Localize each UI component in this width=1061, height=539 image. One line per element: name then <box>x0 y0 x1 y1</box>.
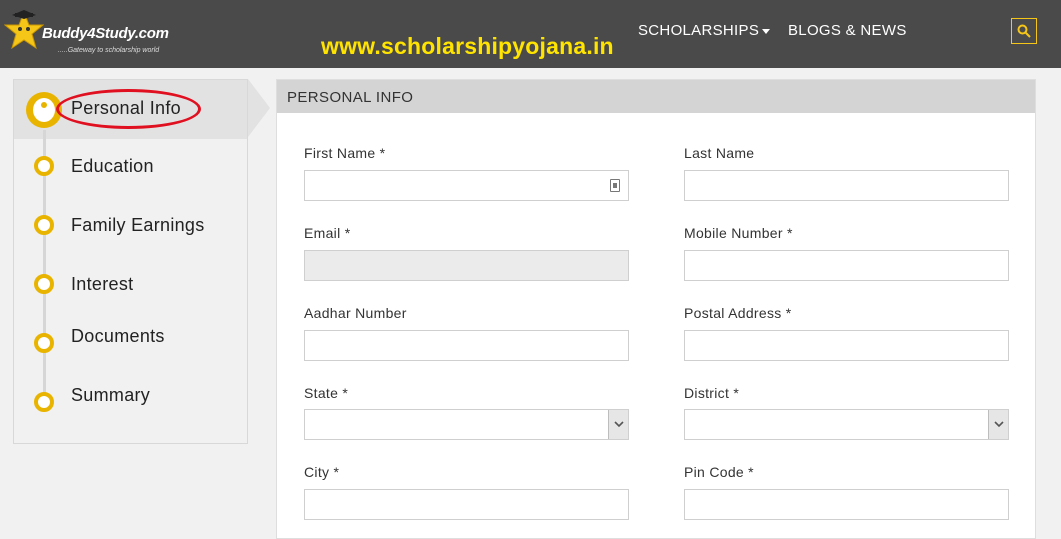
city-label: City * <box>304 464 340 480</box>
select-arrow <box>988 410 1008 439</box>
first-name-input[interactable] <box>304 170 629 201</box>
star-logo-icon <box>4 10 44 50</box>
chevron-down-icon <box>614 421 624 428</box>
nav-blogs-news[interactable]: BLOGS & NEWS <box>788 22 907 39</box>
select-arrow <box>608 410 628 439</box>
chevron-down-icon <box>994 421 1004 428</box>
search-button[interactable] <box>1011 18 1037 44</box>
step-dot-icon <box>34 156 54 176</box>
mobile-label: Mobile Number * <box>684 225 793 241</box>
pin-code-label: Pin Code * <box>684 464 754 480</box>
sidebar-item-documents[interactable]: Documents <box>14 316 247 356</box>
active-step-pointer <box>248 79 270 137</box>
red-highlight-ellipse <box>56 89 201 129</box>
logo-tagline: .....Gateway to scholarship world <box>58 47 160 54</box>
sidebar-item-education[interactable]: Education <box>14 146 247 186</box>
caret-down-icon <box>762 28 771 34</box>
sidebar-item-label: Documents <box>71 326 165 346</box>
state-select[interactable] <box>304 409 629 440</box>
step-dot-icon <box>34 333 54 353</box>
mobile-input[interactable] <box>684 250 1009 281</box>
watermark-text: www.scholarshipyojana.in <box>321 33 614 59</box>
first-name-label: First Name * <box>304 145 386 161</box>
sidebar-item-family-earnings[interactable]: Family Earnings <box>14 205 247 245</box>
aadhar-label: Aadhar Number <box>304 305 407 321</box>
contact-card-icon <box>610 179 620 192</box>
sidebar-item-label: Summary <box>71 385 151 405</box>
section-title: PERSONAL INFO <box>287 89 414 106</box>
top-navbar: Buddy4Study.com .....Gateway to scholars… <box>0 0 1061 68</box>
nav-scholarships-label: SCHOLARSHIPS <box>638 22 760 39</box>
sidebar-item-label: Education <box>71 156 154 176</box>
sidebar-item-summary[interactable]: Summary <box>14 375 247 415</box>
postal-address-label: Postal Address * <box>684 305 792 321</box>
buddy4study-logo[interactable]: Buddy4Study.com .....Gateway to scholars… <box>4 6 174 58</box>
aadhar-input[interactable] <box>304 330 629 361</box>
last-name-label: Last Name <box>684 145 755 161</box>
search-icon <box>1017 24 1031 38</box>
email-label: Email * <box>304 225 351 241</box>
email-input[interactable] <box>304 250 629 281</box>
step-dot-icon <box>34 274 54 294</box>
pin-code-input[interactable] <box>684 489 1009 520</box>
city-input[interactable] <box>304 489 629 520</box>
sidebar-item-label: Interest <box>71 274 134 294</box>
personal-info-form: PERSONAL INFO First Name * Last Name Ema… <box>276 79 1036 539</box>
nav-scholarships[interactable]: SCHOLARSHIPS <box>638 22 771 39</box>
logo-text: Buddy4Study.com <box>42 25 169 42</box>
form-section-header: PERSONAL INFO <box>277 80 1035 113</box>
postal-address-input[interactable] <box>684 330 1009 361</box>
step-sidebar: Personal Info Education Family Earnings … <box>13 79 248 444</box>
step-dot-icon <box>34 215 54 235</box>
step-dot-icon <box>34 392 54 412</box>
last-name-input[interactable] <box>684 170 1009 201</box>
sidebar-item-interest[interactable]: Interest <box>14 264 247 304</box>
state-label: State * <box>304 385 349 401</box>
district-label: District * <box>684 385 740 401</box>
sidebar-item-label: Family Earnings <box>71 215 205 235</box>
district-select[interactable] <box>684 409 1009 440</box>
